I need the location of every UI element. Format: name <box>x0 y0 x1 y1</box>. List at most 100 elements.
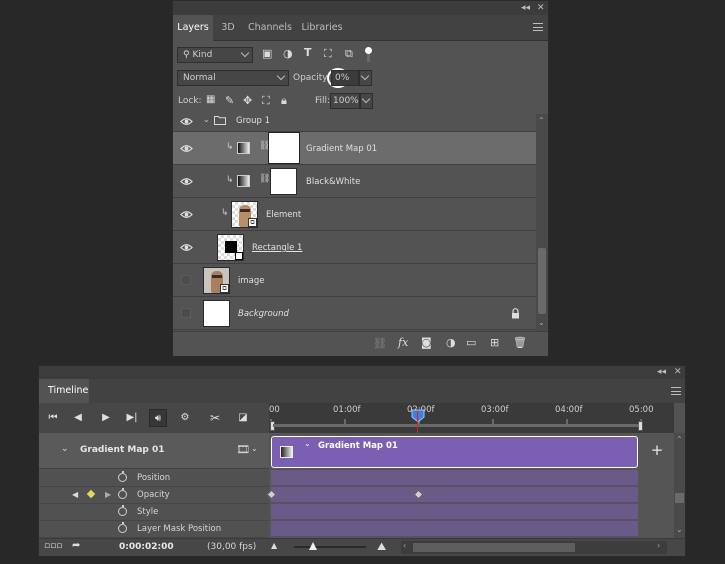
lane-layer-mask-position[interactable] <box>271 521 638 537</box>
fx-icon[interactable]: fx <box>398 336 408 349</box>
layer-row-rectangle[interactable]: Rectangle 1 <box>173 231 536 264</box>
adjustment-filter-icon[interactable]: ◑ <box>283 47 293 60</box>
render-video-icon[interactable]: ➦ <box>72 540 80 551</box>
close-icon[interactable]: ✕ <box>674 367 682 377</box>
property-row-position[interactable]: Position <box>39 470 269 487</box>
opacity-input[interactable]: 0% <box>331 70 359 86</box>
go-to-first-frame-icon[interactable]: ⏮ <box>44 409 62 427</box>
eye-icon[interactable] <box>180 175 193 188</box>
scroll-down-icon[interactable]: ⌄ <box>538 318 545 327</box>
next-frame-icon[interactable]: ▶| <box>123 409 141 427</box>
zoom-slider-handle[interactable] <box>309 542 317 550</box>
layer-row-black-white[interactable]: ↳ ⛓ Black&White <box>173 165 536 198</box>
close-icon[interactable]: ✕ <box>537 3 545 13</box>
scroll-down-icon[interactable]: ⌄ <box>676 525 683 534</box>
pixel-filter-icon[interactable]: ▣ <box>262 47 272 60</box>
frame-animation-toggle-icon[interactable]: ▫▫▫ <box>44 541 62 551</box>
layer-row-group-1[interactable]: ⌄ Group 1 <box>173 114 536 132</box>
play-icon[interactable]: ▶ <box>97 409 115 427</box>
fill-dropdown[interactable] <box>360 93 373 109</box>
panel-grip[interactable]: ◂◂ ✕ <box>39 366 685 379</box>
keyframe[interactable] <box>266 489 277 500</box>
layer-thumbnail[interactable]: ⧉ <box>231 201 258 228</box>
lane-opacity[interactable] <box>266 487 638 503</box>
layer-name[interactable]: Black&White <box>306 177 360 187</box>
scroll-thumb[interactable] <box>413 543 575 552</box>
scroll-up-icon[interactable]: ⌃ <box>676 435 683 444</box>
tab-layers[interactable]: Layers <box>173 15 213 41</box>
filter-kind-select[interactable]: ⚲ Kind <box>177 47 253 63</box>
settings-gear-icon[interactable]: ⚙ <box>176 409 194 427</box>
lane-position[interactable] <box>271 470 638 486</box>
fill-input[interactable]: 100% <box>330 93 360 109</box>
timeline-clip[interactable]: ⌄ Gradient Map 01 <box>271 436 638 468</box>
scroll-up-icon[interactable]: ⌃ <box>538 116 545 125</box>
layer-name[interactable]: Group 1 <box>236 116 270 126</box>
layer-row-element[interactable]: ↳ ⧉ Element <box>173 198 536 231</box>
smartobject-filter-icon[interactable]: ⧉ <box>345 47 353 61</box>
property-row-style[interactable]: Style <box>39 504 269 521</box>
track-area[interactable]: ⌄ Gradient Map 01 <box>266 433 674 538</box>
type-filter-icon[interactable]: T <box>304 46 312 59</box>
link-layers-icon[interactable]: ⛓ <box>373 337 387 350</box>
stopwatch-icon[interactable] <box>118 505 127 516</box>
previous-keyframe-icon[interactable]: ◀ <box>72 490 78 499</box>
audio-toggle-icon[interactable]: 🔊︎ <box>149 409 167 427</box>
zoom-in-icon[interactable]: ⛰ <box>377 540 386 554</box>
time-ruler[interactable]: 00 01:00f 02:00f 03:00f 04:00f 05:00 <box>269 403 674 433</box>
layer-row-image[interactable]: ⧉ image <box>173 264 536 297</box>
add-mask-icon[interactable]: ◙ <box>421 336 432 349</box>
layer-name[interactable]: Element <box>266 210 301 220</box>
playhead-handle[interactable] <box>411 409 425 423</box>
layer-mask-thumbnail[interactable] <box>270 168 297 195</box>
transition-icon[interactable]: ◪ <box>234 409 252 427</box>
eye-icon[interactable] <box>180 142 193 155</box>
blend-mode-select[interactable]: Normal <box>177 70 289 86</box>
zoom-out-icon[interactable]: ▲ <box>271 541 277 550</box>
track-header[interactable]: ⌄ Gradient Map 01 🎞︎ ⌄ <box>39 433 269 469</box>
eye-icon[interactable] <box>180 115 193 128</box>
scroll-left-icon[interactable]: ‹ <box>403 541 406 550</box>
lane-style[interactable] <box>271 504 638 520</box>
layer-row-background[interactable]: Background <box>173 297 536 330</box>
next-keyframe-icon[interactable]: ▶ <box>105 490 111 499</box>
chevron-down-icon[interactable]: ⌄ <box>61 444 69 454</box>
add-keyframe-icon[interactable] <box>86 489 96 499</box>
collapse-icon[interactable]: ◂◂ <box>521 3 530 13</box>
property-row-opacity[interactable]: ◀ ▶ Opacity <box>39 487 269 504</box>
film-icon[interactable]: 🎞︎ <box>236 443 250 456</box>
layer-name[interactable]: Gradient Map 01 <box>306 144 377 154</box>
add-media-button[interactable]: + <box>649 442 665 458</box>
chevron-down-icon[interactable]: ⌄ <box>203 115 210 124</box>
tab-libraries[interactable]: Libraries <box>299 15 345 41</box>
timeline-vertical-scrollbar[interactable]: ⌃ ⌄ <box>674 433 685 538</box>
visibility-toggle-off[interactable] <box>181 308 191 318</box>
eye-icon[interactable] <box>180 241 193 254</box>
new-layer-icon[interactable]: ⊞ <box>490 336 499 349</box>
keyframe[interactable] <box>413 489 424 500</box>
trash-icon[interactable]: 🗑︎ <box>513 336 527 349</box>
panel-grip[interactable]: ◂◂ ✕ <box>173 1 548 15</box>
eye-icon[interactable] <box>180 208 193 221</box>
link-icon[interactable]: ⛓ <box>259 174 270 184</box>
layer-name[interactable]: image <box>238 276 264 286</box>
new-adjustment-icon[interactable]: ◑ <box>446 336 456 349</box>
split-at-playhead-icon[interactable]: ✂ <box>206 409 224 427</box>
chevron-down-icon[interactable]: ⌄ <box>251 444 258 453</box>
panel-menu-icon[interactable] <box>533 23 543 31</box>
layer-name[interactable]: Background <box>238 309 289 319</box>
filter-toggle[interactable] <box>364 47 372 63</box>
lock-position-icon[interactable]: ✥ <box>243 94 252 107</box>
stopwatch-icon[interactable] <box>118 488 127 499</box>
scroll-thumb[interactable] <box>675 493 684 503</box>
zoom-slider-track[interactable] <box>294 546 366 548</box>
lock-artboard-icon[interactable]: ⛶ <box>262 94 270 108</box>
tab-channels[interactable]: Channels <box>245 15 295 41</box>
previous-frame-icon[interactable]: ◀ <box>69 409 87 427</box>
stopwatch-icon[interactable] <box>118 522 127 533</box>
panel-menu-icon[interactable] <box>671 387 681 395</box>
layers-scrollbar[interactable]: ⌃ ⌄ <box>536 114 548 331</box>
layer-row-gradient-map[interactable]: ↳ ⛓ Gradient Map 01 <box>173 132 536 165</box>
lock-all-icon[interactable]: 🔒︎ <box>281 94 287 108</box>
lock-image-icon[interactable]: ✎ <box>225 94 234 107</box>
